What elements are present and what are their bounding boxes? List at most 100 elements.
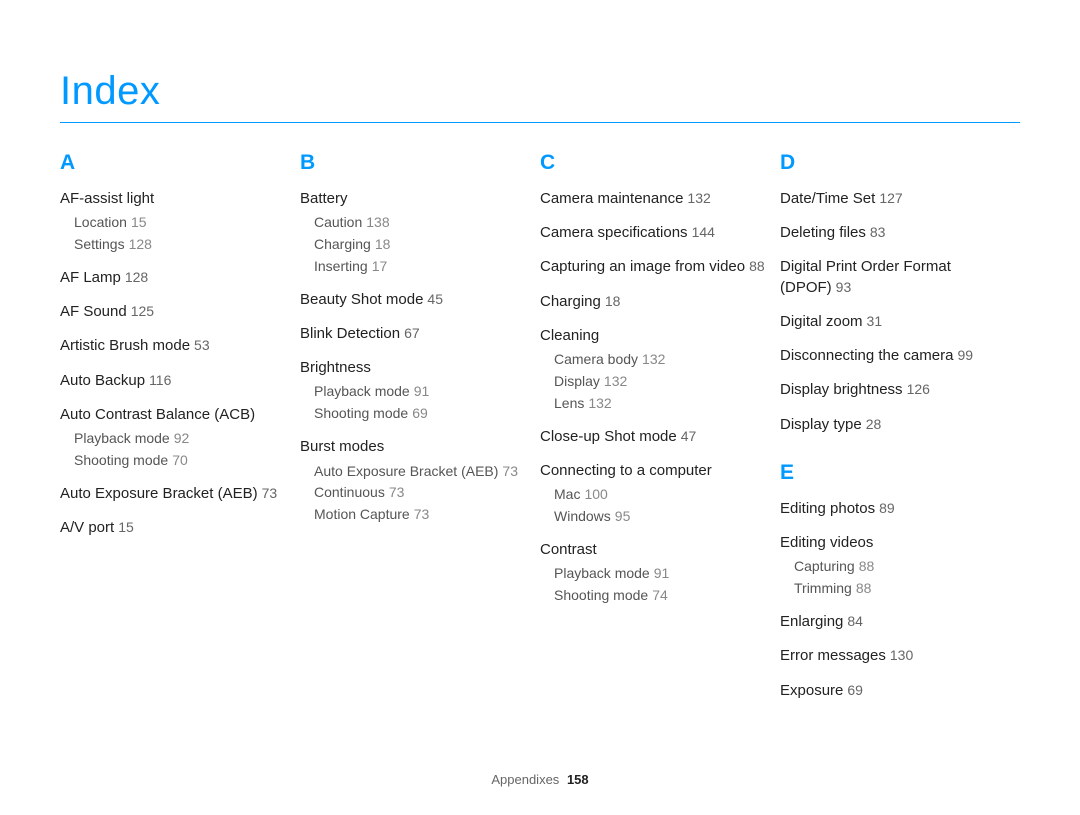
index-sub: Windows95 xyxy=(554,507,770,526)
index-entry: Cleaning xyxy=(540,326,770,346)
letter-heading: A xyxy=(60,151,290,175)
index-columns: A AF-assist light Location15 Settings128… xyxy=(60,151,1020,715)
index-entry: Digital zoom31 xyxy=(780,312,1010,332)
letter-heading: D xyxy=(780,151,1010,175)
index-entry: Camera maintenance132 xyxy=(540,189,770,209)
index-group: Contrast Playback mode91 Shooting mode74 xyxy=(540,540,770,605)
index-group: Burst modes Auto Exposure Bracket (AEB)7… xyxy=(300,437,530,524)
index-group: AF-assist light Location15 Settings128 xyxy=(60,189,290,254)
index-sub: Settings128 xyxy=(74,235,290,254)
index-group: Digital zoom31 xyxy=(780,312,1010,332)
index-entry: Blink Detection67 xyxy=(300,324,530,344)
index-group: Deleting files83 xyxy=(780,223,1010,243)
index-entry: Error messages130 xyxy=(780,646,1010,666)
index-group: Artistic Brush mode53 xyxy=(60,336,290,356)
index-sub: Location15 xyxy=(74,213,290,232)
page: Index A AF-assist light Location15 Setti… xyxy=(0,0,1080,815)
index-sub: Display132 xyxy=(554,372,770,391)
col-a: A AF-assist light Location15 Settings128… xyxy=(60,151,300,715)
index-entry: Connecting to a computer xyxy=(540,461,770,481)
index-entry: A/V port15 xyxy=(60,518,290,538)
index-entry: Contrast xyxy=(540,540,770,560)
index-entry: Auto Backup116 xyxy=(60,371,290,391)
index-group: A/V port15 xyxy=(60,518,290,538)
letter-heading: E xyxy=(780,461,1010,485)
index-sub: Lens132 xyxy=(554,394,770,413)
index-entry: Exposure69 xyxy=(780,681,1010,701)
index-sub: Mac100 xyxy=(554,485,770,504)
index-group: Cleaning Camera body132 Display132 Lens1… xyxy=(540,326,770,413)
page-title: Index xyxy=(60,69,1020,123)
index-entry: Close-up Shot mode47 xyxy=(540,427,770,447)
index-entry: Battery xyxy=(300,189,530,209)
index-group: Display brightness126 xyxy=(780,380,1010,400)
index-sub: Shooting mode69 xyxy=(314,404,530,423)
index-group: Auto Exposure Bracket (AEB)73 xyxy=(60,484,290,504)
index-entry: Deleting files83 xyxy=(780,223,1010,243)
index-group: Battery Caution138 Charging18 Inserting1… xyxy=(300,189,530,276)
index-entry: Auto Exposure Bracket (AEB)73 xyxy=(60,484,290,504)
index-group: Camera specifications144 xyxy=(540,223,770,243)
index-sub: Auto Exposure Bracket (AEB)73 xyxy=(314,462,530,481)
index-group: Capturing an image from video88 xyxy=(540,257,770,277)
index-entry: AF Lamp128 xyxy=(60,268,290,288)
index-group: Auto Backup116 xyxy=(60,371,290,391)
index-sub: Playback mode92 xyxy=(74,429,290,448)
letter-heading: B xyxy=(300,151,530,175)
index-entry: Artistic Brush mode53 xyxy=(60,336,290,356)
index-group: Digital Print Order Format (DPOF)93 xyxy=(780,257,1010,298)
index-group: Close-up Shot mode47 xyxy=(540,427,770,447)
letter-heading: C xyxy=(540,151,770,175)
index-group: Blink Detection67 xyxy=(300,324,530,344)
page-footer: Appendixes 158 xyxy=(0,772,1080,787)
index-group: Charging18 xyxy=(540,292,770,312)
index-entry: Charging18 xyxy=(540,292,770,312)
index-entry: Brightness xyxy=(300,358,530,378)
col-c: C Camera maintenance132 Camera specifica… xyxy=(540,151,780,715)
index-group: AF Lamp128 xyxy=(60,268,290,288)
index-sub: Capturing88 xyxy=(794,557,1010,576)
index-sub: Playback mode91 xyxy=(554,564,770,583)
index-group: Auto Contrast Balance (ACB) Playback mod… xyxy=(60,405,290,470)
index-entry: Auto Contrast Balance (ACB) xyxy=(60,405,290,425)
index-group: Disconnecting the camera99 xyxy=(780,346,1010,366)
index-sub: Trimming88 xyxy=(794,579,1010,598)
index-sub: Charging18 xyxy=(314,235,530,254)
index-group: Camera maintenance132 xyxy=(540,189,770,209)
index-sub: Caution138 xyxy=(314,213,530,232)
index-group: Editing videos Capturing88 Trimming88 xyxy=(780,533,1010,598)
footer-label: Appendixes xyxy=(491,772,559,787)
index-sub: Shooting mode70 xyxy=(74,451,290,470)
index-group: Date/Time Set127 xyxy=(780,189,1010,209)
index-sub: Inserting17 xyxy=(314,257,530,276)
index-entry: Beauty Shot mode45 xyxy=(300,290,530,310)
col-b: B Battery Caution138 Charging18 Insertin… xyxy=(300,151,540,715)
index-group: Display type28 xyxy=(780,415,1010,435)
index-group: Enlarging84 xyxy=(780,612,1010,632)
index-entry: Display type28 xyxy=(780,415,1010,435)
index-entry: Camera specifications144 xyxy=(540,223,770,243)
index-entry: AF Sound125 xyxy=(60,302,290,322)
index-sub: Motion Capture73 xyxy=(314,505,530,524)
index-entry: Disconnecting the camera99 xyxy=(780,346,1010,366)
index-entry: Digital Print Order Format (DPOF)93 xyxy=(780,257,1010,298)
index-sub: Shooting mode74 xyxy=(554,586,770,605)
index-group: Editing photos89 xyxy=(780,499,1010,519)
index-group: Beauty Shot mode45 xyxy=(300,290,530,310)
index-sub: Continuous73 xyxy=(314,483,530,502)
index-entry: Editing videos xyxy=(780,533,1010,553)
index-group: Connecting to a computer Mac100 Windows9… xyxy=(540,461,770,526)
col-d-e: D Date/Time Set127 Deleting files83 Digi… xyxy=(780,151,1020,715)
index-entry: AF-assist light xyxy=(60,189,290,209)
index-sub: Playback mode91 xyxy=(314,382,530,401)
index-group: Exposure69 xyxy=(780,681,1010,701)
index-entry: Display brightness126 xyxy=(780,380,1010,400)
index-entry: Capturing an image from video88 xyxy=(540,257,770,277)
footer-page-number: 158 xyxy=(567,772,589,787)
index-group: Brightness Playback mode91 Shooting mode… xyxy=(300,358,530,423)
index-entry: Date/Time Set127 xyxy=(780,189,1010,209)
index-entry: Enlarging84 xyxy=(780,612,1010,632)
index-group: Error messages130 xyxy=(780,646,1010,666)
index-entry: Burst modes xyxy=(300,437,530,457)
index-sub: Camera body132 xyxy=(554,350,770,369)
